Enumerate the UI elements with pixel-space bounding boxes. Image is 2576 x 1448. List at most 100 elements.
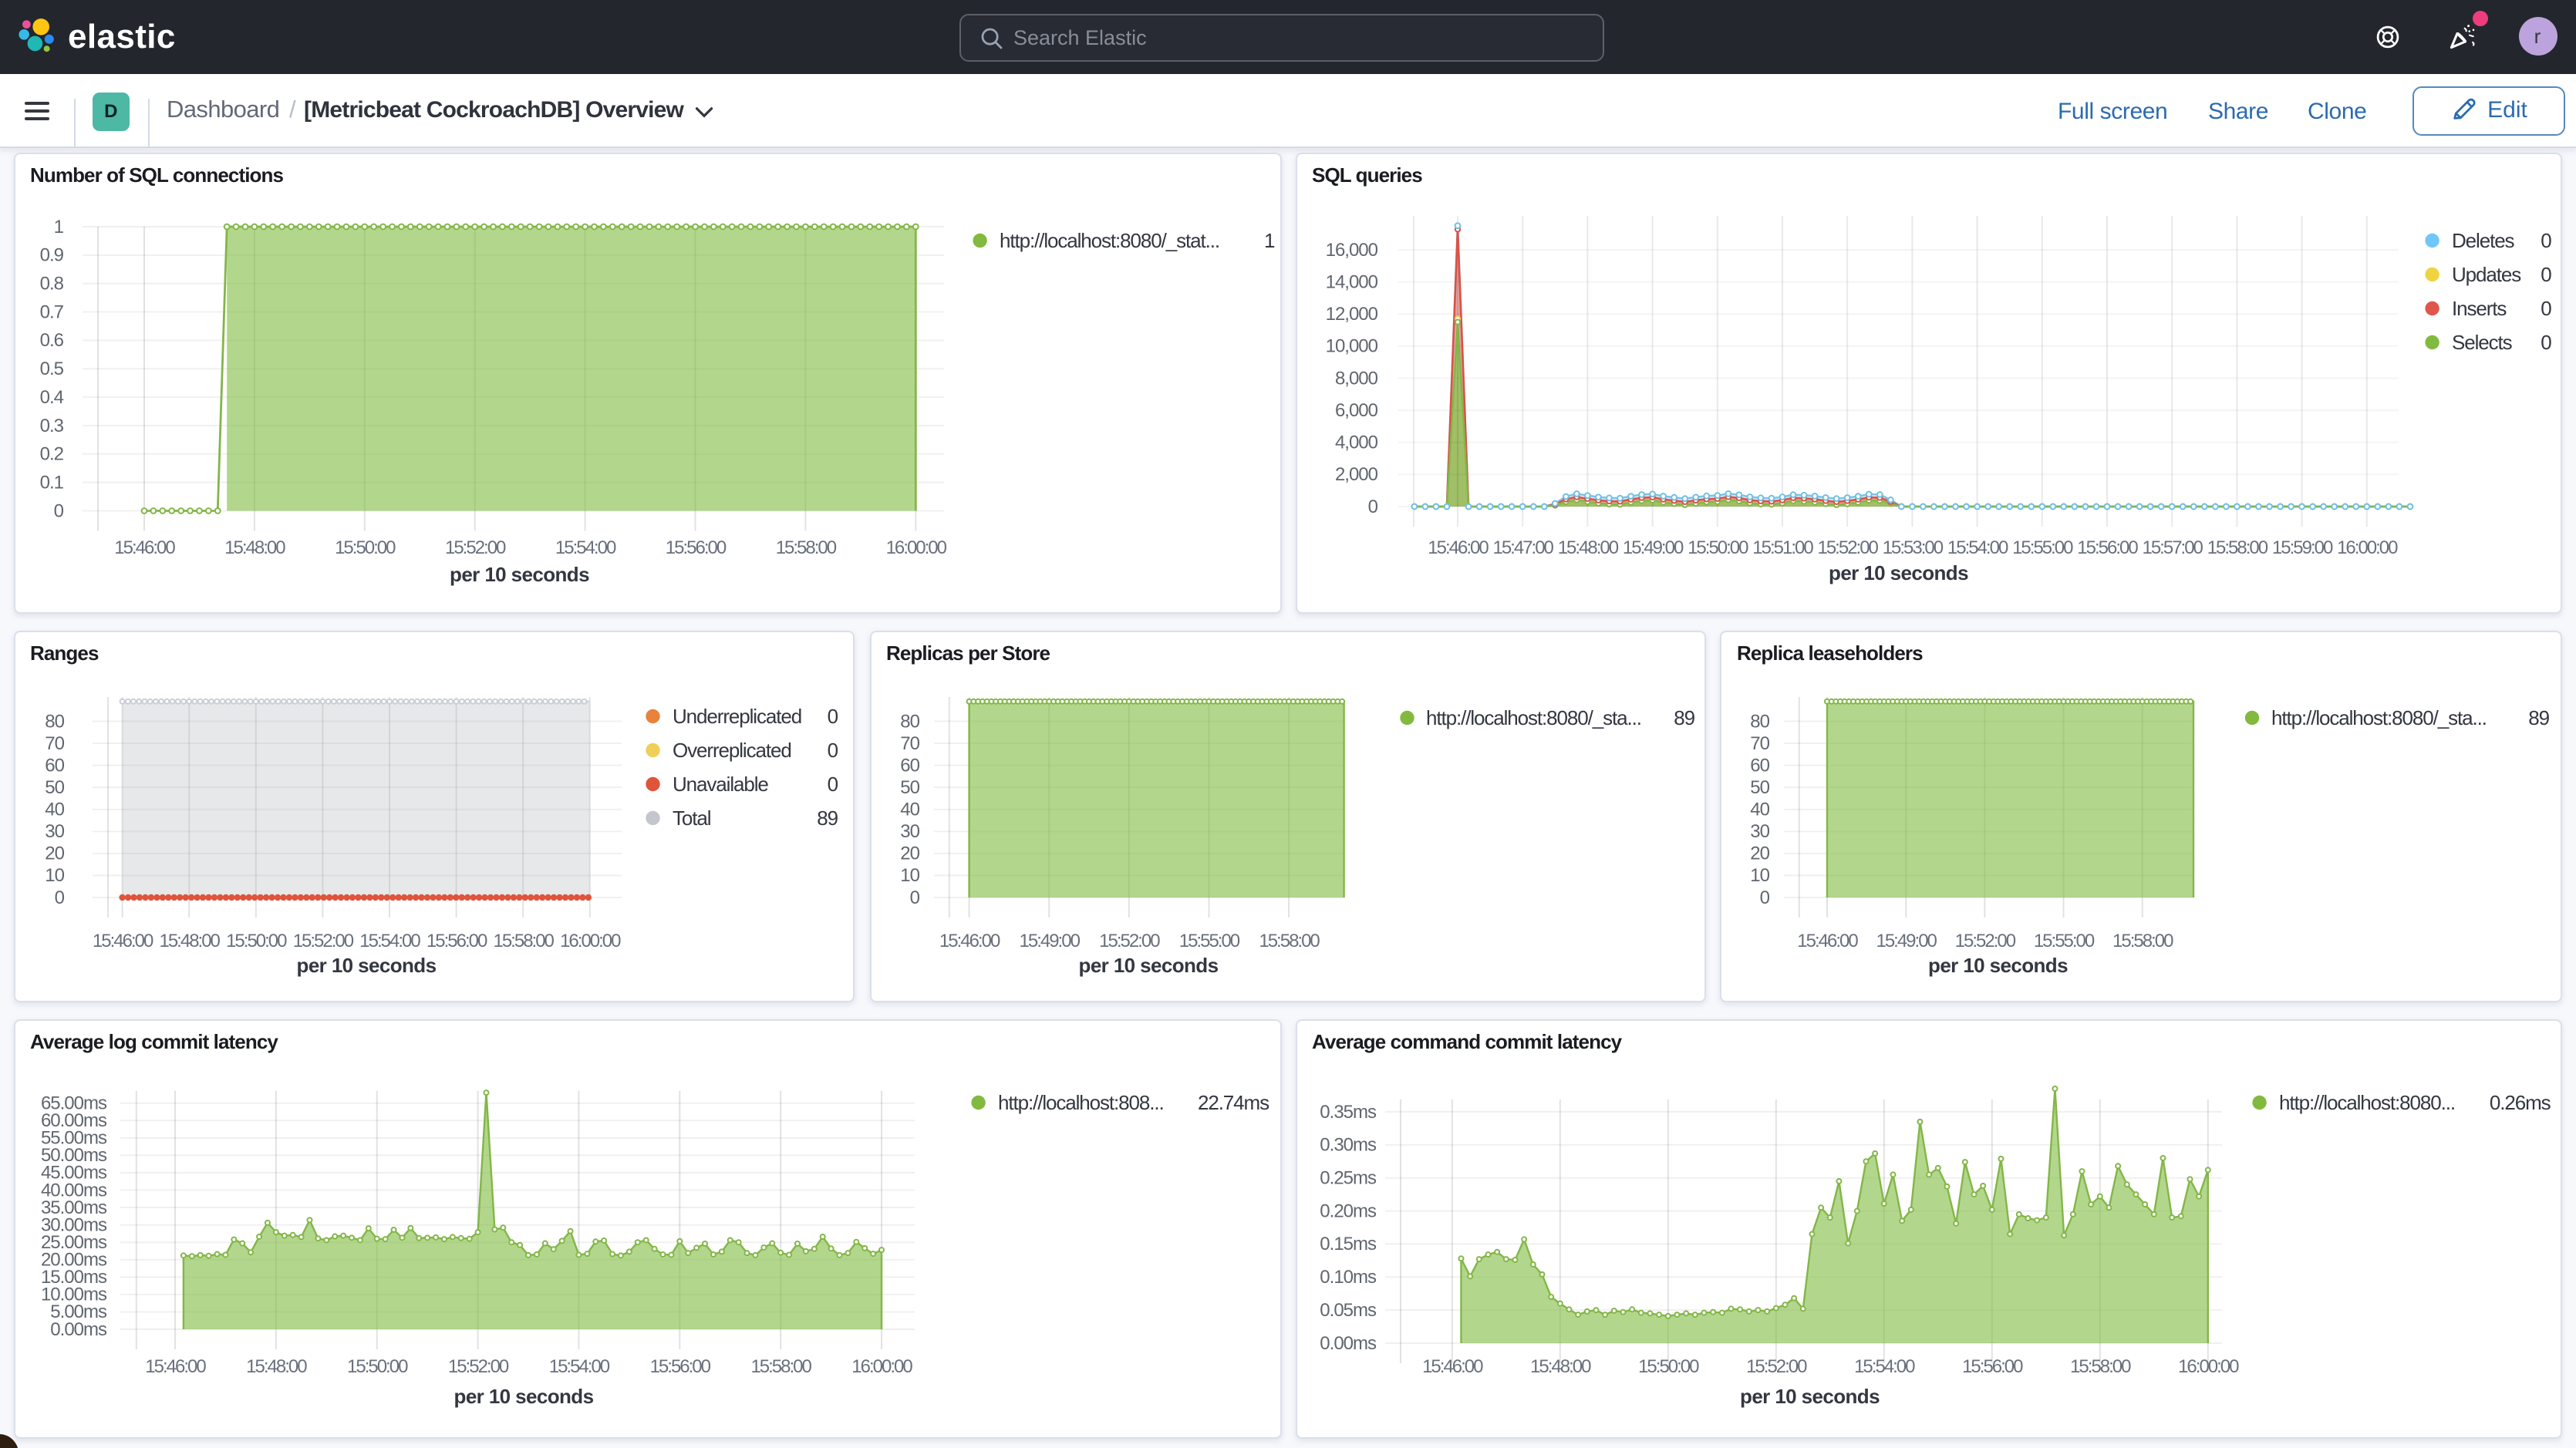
svg-text:12,000: 12,000 <box>1325 304 1377 325</box>
svg-text:30: 30 <box>1750 821 1769 842</box>
svg-text:16:00:00: 16:00:00 <box>2177 1356 2238 1377</box>
svg-text:0.2: 0.2 <box>39 444 63 465</box>
svg-text:Total: Total <box>672 807 710 830</box>
svg-text:Selects: Selects <box>2451 331 2512 354</box>
svg-text:1: 1 <box>1263 229 1274 252</box>
svg-text:20: 20 <box>1750 844 1769 864</box>
svg-text:4,000: 4,000 <box>1334 433 1377 453</box>
svg-text:15:58:00: 15:58:00 <box>1258 931 1319 951</box>
svg-text:0: 0 <box>1367 497 1377 517</box>
svg-text:30: 30 <box>899 821 919 842</box>
svg-text:16:00:00: 16:00:00 <box>885 537 946 558</box>
svg-text:0: 0 <box>2540 263 2551 286</box>
svg-text:15:56:00: 15:56:00 <box>649 1356 710 1377</box>
svg-text:15:55:00: 15:55:00 <box>2034 931 2095 951</box>
svg-text:10: 10 <box>44 865 63 886</box>
svg-text:0.1: 0.1 <box>39 472 63 493</box>
svg-text:15:48:00: 15:48:00 <box>245 1356 306 1377</box>
svg-text:15:58:00: 15:58:00 <box>775 537 836 558</box>
svg-text:15:46:00: 15:46:00 <box>1797 931 1858 951</box>
svg-text:0.00ms: 0.00ms <box>1319 1333 1376 1354</box>
svg-text:50: 50 <box>1750 777 1769 798</box>
svg-text:0.6: 0.6 <box>39 330 63 351</box>
svg-text:40: 40 <box>44 800 63 820</box>
svg-text:0: 0 <box>1760 887 1770 908</box>
svg-text:40: 40 <box>899 800 919 820</box>
svg-text:15:46:00: 15:46:00 <box>113 537 174 558</box>
svg-text:15:53:00: 15:53:00 <box>1882 537 1943 558</box>
svg-text:16:00:00: 16:00:00 <box>2336 537 2397 558</box>
svg-text:2,000: 2,000 <box>1334 464 1377 485</box>
svg-text:0.5: 0.5 <box>39 359 63 379</box>
svg-text:15:54:00: 15:54:00 <box>555 537 615 558</box>
svg-text:15:52:00: 15:52:00 <box>292 931 353 951</box>
svg-text:15:50:00: 15:50:00 <box>1687 537 1748 558</box>
svg-text:15:58:00: 15:58:00 <box>2207 537 2267 558</box>
svg-text:14,000: 14,000 <box>1325 271 1377 292</box>
svg-text:15:56:00: 15:56:00 <box>426 931 487 951</box>
svg-text:70: 70 <box>899 733 919 754</box>
svg-text:http://localhost:8080...: http://localhost:8080... <box>2278 1091 2454 1114</box>
svg-text:15:49:00: 15:49:00 <box>1876 931 1937 951</box>
svg-text:15:59:00: 15:59:00 <box>2271 537 2332 558</box>
svg-text:Underreplicated: Underreplicated <box>672 705 801 728</box>
svg-text:10: 10 <box>1750 865 1769 886</box>
svg-text:0: 0 <box>54 887 64 908</box>
svg-text:60: 60 <box>1750 755 1769 776</box>
svg-text:15:57:00: 15:57:00 <box>2141 537 2202 558</box>
svg-text:15:58:00: 15:58:00 <box>492 931 553 951</box>
svg-text:0.26ms: 0.26ms <box>2489 1091 2551 1114</box>
svg-text:0.7: 0.7 <box>39 301 63 322</box>
svg-text:15:46:00: 15:46:00 <box>144 1356 205 1377</box>
svg-text:15:50:00: 15:50:00 <box>346 1356 407 1377</box>
svg-text:15:51:00: 15:51:00 <box>1752 537 1812 558</box>
svg-text:15:50:00: 15:50:00 <box>334 537 395 558</box>
svg-text:89: 89 <box>1673 706 1694 729</box>
svg-text:15:58:00: 15:58:00 <box>750 1356 811 1377</box>
svg-text:15:49:00: 15:49:00 <box>1622 537 1683 558</box>
svg-text:15:54:00: 15:54:00 <box>359 931 420 951</box>
svg-text:15:55:00: 15:55:00 <box>1178 931 1239 951</box>
svg-text:per 10 seconds: per 10 seconds <box>1928 954 2068 977</box>
svg-text:Deletes: Deletes <box>2451 229 2514 252</box>
svg-text:15:46:00: 15:46:00 <box>939 931 1000 951</box>
svg-text:80: 80 <box>899 711 919 732</box>
svg-text:0.25ms: 0.25ms <box>1319 1168 1376 1189</box>
svg-text:per 10 seconds: per 10 seconds <box>296 954 436 977</box>
svg-text:0.30ms: 0.30ms <box>1319 1135 1376 1156</box>
svg-text:0: 0 <box>2540 297 2551 320</box>
svg-text:15:50:00: 15:50:00 <box>225 931 286 951</box>
svg-text:0.15ms: 0.15ms <box>1319 1234 1376 1254</box>
svg-text:40: 40 <box>1750 800 1769 820</box>
svg-text:Overreplicated: Overreplicated <box>672 739 791 762</box>
svg-text:15:50:00: 15:50:00 <box>1637 1356 1698 1377</box>
svg-text:16,000: 16,000 <box>1325 240 1377 261</box>
svg-text:20: 20 <box>44 844 63 864</box>
svg-text:0: 0 <box>827 705 838 728</box>
svg-text:per 10 seconds: per 10 seconds <box>453 1385 593 1408</box>
svg-text:per 10 seconds: per 10 seconds <box>1739 1385 1879 1408</box>
svg-text:http://localhost:8080/_sta...: http://localhost:8080/_sta... <box>1425 706 1640 729</box>
svg-text:80: 80 <box>44 711 63 732</box>
svg-text:60: 60 <box>899 755 919 776</box>
svg-text:http://localhost:8080/_sta...: http://localhost:8080/_sta... <box>2271 706 2487 729</box>
svg-text:15:46:00: 15:46:00 <box>92 931 153 951</box>
svg-text:70: 70 <box>44 733 63 754</box>
svg-text:15:46:00: 15:46:00 <box>1421 1356 1482 1377</box>
svg-text:15:52:00: 15:52:00 <box>447 1356 508 1377</box>
svg-text:70: 70 <box>1750 733 1769 754</box>
svg-text:per 10 seconds: per 10 seconds <box>449 563 588 586</box>
svg-text:0.05ms: 0.05ms <box>1319 1300 1376 1321</box>
svg-text:0.20ms: 0.20ms <box>1319 1200 1376 1221</box>
svg-text:per 10 seconds: per 10 seconds <box>1828 561 1967 584</box>
svg-text:20: 20 <box>899 844 919 864</box>
svg-text:0.4: 0.4 <box>39 387 63 408</box>
svg-text:15:58:00: 15:58:00 <box>2112 931 2173 951</box>
svg-text:Updates: Updates <box>2451 263 2520 286</box>
svg-text:0: 0 <box>2540 229 2551 252</box>
svg-text:65.00ms: 65.00ms <box>40 1093 106 1114</box>
svg-text:15:46:00: 15:46:00 <box>1427 537 1488 558</box>
svg-text:0.35ms: 0.35ms <box>1319 1102 1376 1123</box>
svg-text:0: 0 <box>827 739 838 762</box>
svg-text:15:49:00: 15:49:00 <box>1019 931 1080 951</box>
